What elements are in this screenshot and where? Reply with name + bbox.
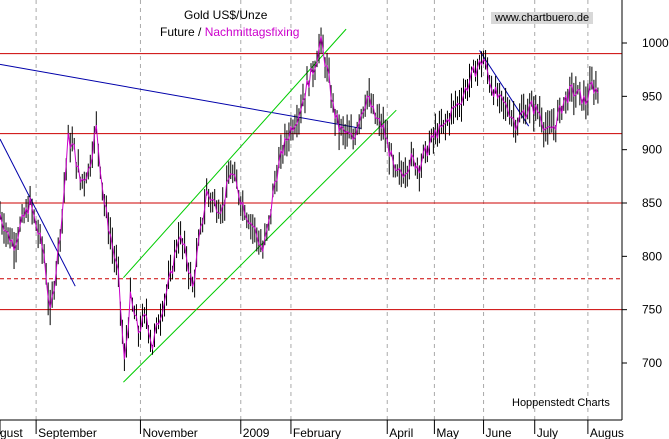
y-tick-label-900: 900 — [642, 143, 662, 157]
x-tick-label-4: February — [293, 426, 341, 439]
y-tick-label-750: 750 — [642, 303, 662, 317]
y-tick-label-950: 950 — [642, 89, 662, 103]
x-tick-label-6: May — [436, 426, 459, 439]
x-tick-label-3: 2009 — [243, 426, 270, 439]
watermark: www.chartbuero.de — [491, 12, 594, 24]
x-tick-label-7: June — [486, 426, 512, 439]
x-tick-label-5: April — [389, 426, 413, 439]
y-tick-label-800: 800 — [642, 249, 662, 263]
y-tick-label-700: 700 — [642, 356, 662, 370]
x-tick-label-9: Augus — [590, 426, 624, 439]
y-tick-label-1000: 1000 — [642, 36, 669, 50]
x-tick-label-2: November — [142, 426, 197, 439]
x-tick-label-8: July — [537, 426, 558, 439]
gold-price-chart: 700 750 800 850 900 950 1000 gust September Novem… — [0, 0, 669, 439]
legend-future: Future — [160, 25, 195, 39]
y-tick-label-850: 850 — [642, 196, 662, 210]
x-tick-label-0: gust — [0, 426, 23, 439]
chart-subtitle: Future / Nachmittagsfixing — [160, 25, 299, 39]
chart-title: Gold US$/Unze — [184, 8, 268, 22]
chart-background — [0, 0, 669, 439]
legend-separator: / — [198, 25, 202, 39]
legend-fixing: Nachmittagsfixing — [204, 25, 300, 39]
x-tick-label-1: September — [38, 426, 97, 439]
footer-credit: Hoppenstedt Charts — [512, 397, 610, 409]
